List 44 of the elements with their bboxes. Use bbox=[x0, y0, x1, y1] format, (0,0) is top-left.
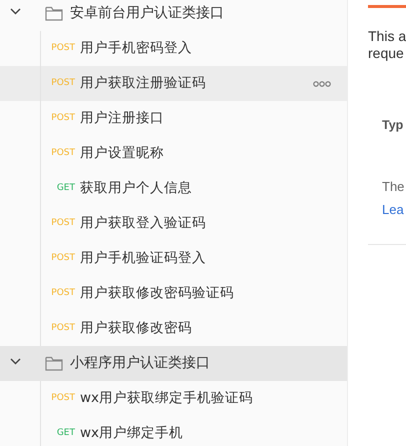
request-name: 用户获取修改密码 bbox=[80, 319, 192, 338]
request-item[interactable]: POST wx用户获取绑定手机验证码 bbox=[0, 381, 347, 416]
request-name: 用户手机密码登入 bbox=[80, 39, 192, 58]
request-name: 用户手机验证码登入 bbox=[80, 249, 206, 268]
request-name: 用户注册接口 bbox=[80, 109, 164, 128]
method-label: POST bbox=[50, 286, 76, 300]
learn-link[interactable]: Lea bbox=[382, 200, 404, 220]
request-item[interactable]: GET wx用户绑定手机 bbox=[0, 416, 347, 446]
request-item[interactable]: POST 用户设置昵称 bbox=[0, 136, 347, 171]
method-label: POST bbox=[50, 146, 76, 160]
method-label: POST bbox=[50, 76, 76, 90]
folder-name: 小程序用户认证类接口 bbox=[70, 354, 210, 373]
request-item[interactable]: POST 用户获取登入验证码 bbox=[0, 206, 347, 241]
folder-row[interactable]: 安卓前台用户认证类接口 bbox=[0, 0, 347, 31]
method-label: POST bbox=[50, 322, 76, 335]
intro-text: This a reque bbox=[368, 28, 406, 62]
method-label: POST bbox=[50, 216, 76, 230]
request-name: 获取用户个人信息 bbox=[80, 179, 192, 198]
request-item[interactable]: POST 用户获取修改密码验证码 bbox=[0, 276, 347, 311]
method-label: GET bbox=[56, 426, 76, 440]
section-heading: Typ bbox=[382, 117, 404, 134]
request-item[interactable]: POST 用户获取注册验证码 bbox=[0, 66, 347, 101]
folder-name: 安卓前台用户认证类接口 bbox=[70, 4, 224, 23]
request-item[interactable]: POST 用户手机密码登入 bbox=[0, 31, 347, 66]
method-label: POST bbox=[50, 112, 76, 125]
request-item[interactable]: POST 用户手机验证码登入 bbox=[0, 241, 347, 276]
request-name: 用户获取修改密码验证码 bbox=[80, 284, 234, 304]
request-name: wx用户绑定手机 bbox=[80, 424, 184, 444]
method-label: GET bbox=[56, 182, 76, 195]
request-name: 用户获取注册验证码 bbox=[80, 74, 206, 94]
request-item[interactable]: POST 用户注册接口 bbox=[0, 101, 347, 136]
method-label: POST bbox=[50, 392, 76, 405]
request-name: wx用户获取绑定手机验证码 bbox=[80, 389, 254, 408]
more-icon[interactable] bbox=[313, 80, 331, 86]
request-name: 用户设置昵称 bbox=[80, 144, 164, 164]
request-item[interactable]: GET 获取用户个人信息 bbox=[0, 171, 347, 206]
folder-icon bbox=[45, 6, 63, 21]
request-item[interactable]: POST 用户获取修改密码 bbox=[0, 311, 347, 346]
folder-icon bbox=[45, 356, 63, 371]
description-text: The bbox=[382, 178, 404, 196]
request-name: 用户获取登入验证码 bbox=[80, 214, 206, 234]
method-label: POST bbox=[50, 252, 76, 265]
folder-row[interactable]: 小程序用户认证类接口 bbox=[0, 346, 347, 381]
method-label: POST bbox=[50, 42, 76, 55]
